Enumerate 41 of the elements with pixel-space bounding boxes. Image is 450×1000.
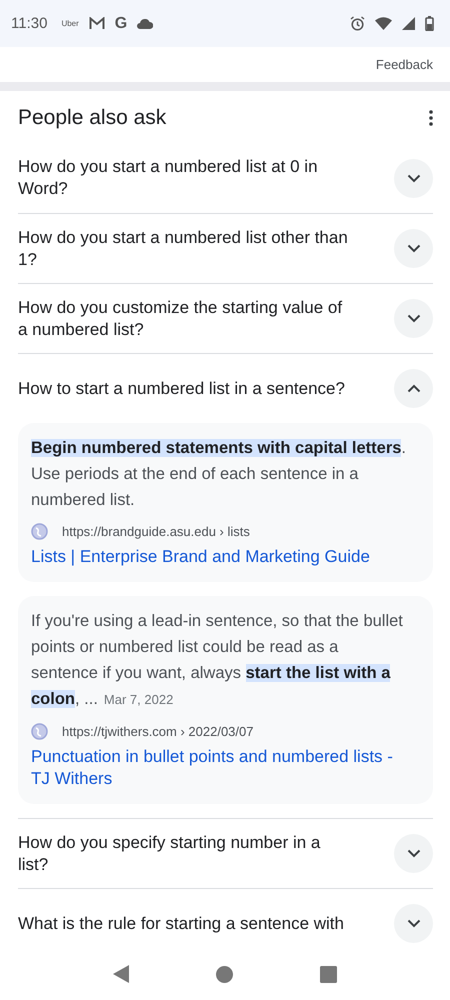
back-icon[interactable] xyxy=(113,965,130,983)
result-link[interactable]: Punctuation in bullet points and numbered lists - TJ Withers xyxy=(31,746,420,790)
question-text: How do you start a numbered list other than 1? xyxy=(18,226,349,270)
chevron-up-icon xyxy=(406,384,420,393)
cloud-icon xyxy=(137,18,154,28)
feedback-link[interactable]: Feedback xyxy=(376,56,433,72)
question-text: How do you customize the starting value of a numbered list? xyxy=(18,296,344,340)
source-url: https://brandguide.asu.edu › lists xyxy=(62,524,250,539)
signal-icon xyxy=(402,17,415,30)
wifi-icon xyxy=(375,17,392,30)
collapse-button[interactable] xyxy=(394,369,433,408)
section-title: People also ask xyxy=(18,106,166,130)
snippet-text: Begin numbered statements with capital letters. Use periods at the end of each sentence in a numbered list. xyxy=(31,438,408,511)
expand-button[interactable] xyxy=(394,904,433,943)
globe-icon xyxy=(31,723,48,740)
question-text: What is the rule for starting a sentence with xyxy=(18,912,345,934)
expand-button[interactable] xyxy=(394,834,433,873)
chevron-down-icon xyxy=(406,314,420,323)
expand-button[interactable] xyxy=(394,299,433,338)
snippet-text: If you're using a lead-in sentence, so that the bullet points or numbered list could be read as a sentence if you want, always start the list with a colon, ... Mar 7, 2022 xyxy=(31,611,404,710)
question-text: How do you start a numbered list at 0 in Word? xyxy=(18,156,319,200)
chevron-down-icon xyxy=(406,244,420,253)
more-options-icon[interactable] xyxy=(429,110,433,126)
mail-icon xyxy=(88,17,105,30)
chevron-down-icon xyxy=(406,919,420,928)
app-notification-label: Uber xyxy=(61,19,79,28)
expand-button[interactable] xyxy=(394,158,433,198)
home-icon[interactable] xyxy=(216,966,233,982)
battery-icon xyxy=(425,16,434,31)
recents-icon[interactable] xyxy=(320,966,337,982)
globe-icon xyxy=(31,523,48,540)
chevron-down-icon xyxy=(406,174,420,182)
question-text: How to start a numbered list in a sentence? xyxy=(18,378,346,400)
app-notification-letter: G xyxy=(114,14,128,32)
chevron-down-icon xyxy=(406,849,420,858)
source-url: https://tjwithers.com › 2022/03/07 xyxy=(62,724,254,739)
result-link[interactable]: Lists | Enterprise Brand and Marketing Guide xyxy=(31,546,420,568)
alarm-icon xyxy=(350,16,365,31)
question-text: How do you specify starting number in a list? xyxy=(18,832,322,876)
clock-time: 11:30 xyxy=(11,15,48,32)
expand-button[interactable] xyxy=(394,229,433,268)
